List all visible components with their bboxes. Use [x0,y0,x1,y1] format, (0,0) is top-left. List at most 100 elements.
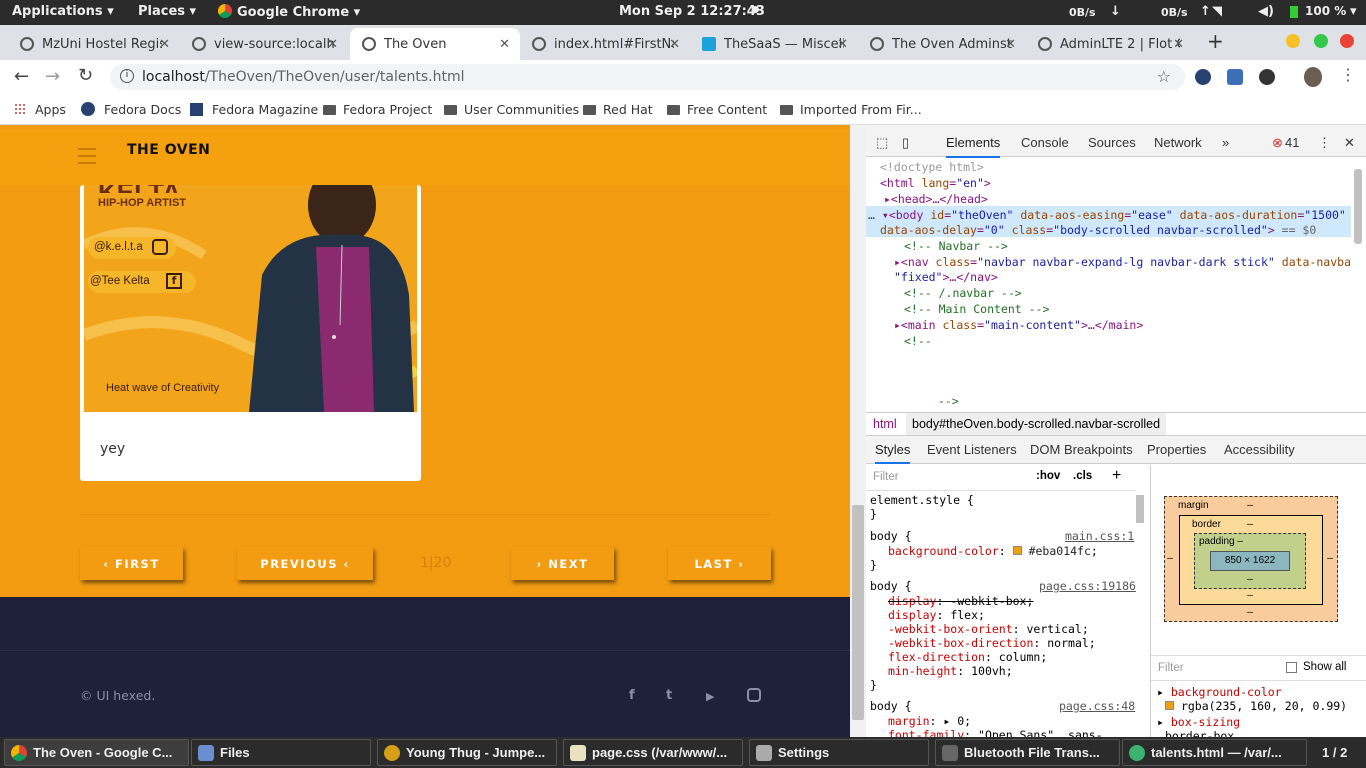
twitter-icon[interactable]: t [666,688,672,703]
taskbar-item-chrome[interactable]: The Oven - Google C... [4,739,189,766]
inspect-element-icon[interactable]: ⬚ [876,135,888,151]
rule-selector-body[interactable]: body { [870,579,912,593]
breadcrumb-html[interactable]: html [873,417,897,431]
close-devtools-icon[interactable]: ✕ [1344,135,1355,151]
app-menu-chrome[interactable]: Google Chrome ▾ [218,4,360,20]
close-tab-icon[interactable]: ✕ [1005,37,1016,52]
bookmark-folder-free-content[interactable]: Free Content [667,102,767,117]
dom-comment[interactable]: <!-- Main Content --> [904,302,1049,316]
style-declaration[interactable]: background-color: #eba014fc; [888,544,1098,558]
system-menu-icon[interactable]: ▾ [1350,4,1357,19]
taskbar-item-music[interactable]: Young Thug - Jumpe... [377,739,557,766]
page-scrollbar-thumb[interactable] [852,505,864,720]
applications-menu[interactable]: Applications ▾ [12,4,114,19]
dom-node[interactable]: ▸<head>…</head> [884,192,988,206]
address-bar[interactable]: i localhost/TheOven/TheOven/user/talents… [110,64,1185,90]
computed-filter-input[interactable]: Filter [1158,662,1184,674]
close-tab-icon[interactable]: ✕ [159,37,170,52]
site-brand[interactable]: THE OVEN [127,142,210,158]
clock[interactable]: Mon Sep 2 12:27:43 [619,4,765,19]
bookmark-fedora-docs[interactable]: Fedora Docs [81,102,181,117]
tab-sources[interactable]: Sources [1088,135,1136,150]
style-declaration[interactable]: min-height: 100vh; [888,664,1013,678]
instagram-icon[interactable] [747,688,761,702]
taskbar-item-files[interactable]: Files [191,739,371,766]
browser-tab[interactable]: AdminLTE 2 | Flot C ✕ [1026,28,1194,60]
bookmark-apps[interactable]: Apps [14,102,66,117]
box-model-margin[interactable]: margin – – – – border – – padding – – 85… [1164,496,1338,622]
chrome-menu-icon[interactable]: ⋮ [1340,65,1356,84]
bookmark-folder-user-communities[interactable]: User Communities [444,102,579,117]
error-icon[interactable]: ⊗ [1272,135,1283,151]
style-declaration[interactable]: flex-direction: column; [888,650,1047,664]
dom-node-selected[interactable]: … ▾<body id="theOven" data-aos-easing="e… [868,208,1346,222]
next-page-button[interactable]: › NEXT [511,547,614,580]
subtab-accessibility[interactable]: Accessibility [1224,442,1295,457]
wifi-icon[interactable]: ◥ [1212,4,1222,19]
info-icon[interactable]: i [120,69,134,83]
rule-selector-body[interactable]: body { [870,529,912,543]
style-rule-element[interactable]: element.style { [870,493,974,507]
show-all-checkbox[interactable] [1286,662,1297,673]
error-count[interactable]: 41 [1285,135,1299,150]
browser-tab[interactable]: index.html#FirstNa ✕ [520,28,690,60]
hamburger-menu-icon[interactable] [78,148,96,169]
elements-dom-tree[interactable]: <!doctype html> <html lang="en"> ▸<head>… [866,158,1351,408]
taskbar-item-text-editor[interactable]: page.css (/var/www/... [563,739,743,766]
style-declaration[interactable]: display: flex; [888,608,985,622]
device-toolbar-icon[interactable]: ▯ [902,135,909,151]
subtab-event-listeners[interactable]: Event Listeners [927,442,1017,457]
tab-network[interactable]: Network [1154,135,1202,150]
add-rule-icon[interactable]: + [1112,467,1121,485]
battery-icon[interactable] [1290,6,1298,18]
close-tab-icon[interactable]: ✕ [669,37,680,52]
box-model-content[interactable]: 850 × 1622 [1210,551,1290,571]
rule-source-link[interactable]: page.css:48 [1059,699,1135,713]
browser-tab-active[interactable]: The Oven ✕ [350,28,520,60]
last-page-button[interactable]: LAST › [668,547,771,580]
browser-tab[interactable]: view-source:localho ✕ [180,28,348,60]
cls-toggle[interactable]: .cls [1073,470,1092,482]
download-extension-icon[interactable] [1259,69,1275,85]
dom-node[interactable]: ▸<main class="main-content">…</main> [894,318,1143,332]
bookmark-fedora-magazine[interactable]: Fedora Magazine [190,102,318,117]
hov-toggle[interactable]: :hov [1036,470,1060,482]
dom-comment[interactable]: <!-- Navbar --> [904,239,1008,253]
page-scrollbar[interactable] [850,125,866,737]
battery-level[interactable]: 100 % [1305,4,1346,18]
computed-property[interactable]: ▸ background-color [1157,685,1282,699]
styles-scrollbar-thumb[interactable] [1136,495,1144,523]
fedora-extension-icon[interactable] [1195,69,1211,85]
reload-icon[interactable]: ↻ [78,65,93,86]
bookmark-folder-imported[interactable]: Imported From Fir... [780,102,922,117]
minimize-window-button[interactable] [1286,34,1300,48]
new-tab-button[interactable]: + [1207,29,1224,53]
close-tab-icon[interactable]: ✕ [499,37,510,52]
rule-selector-body[interactable]: body { [870,699,912,713]
style-declaration[interactable]: -webkit-box-direction: normal; [888,636,1096,650]
youtube-icon[interactable]: ▶ [706,690,714,703]
close-tab-icon[interactable]: ✕ [1173,37,1184,52]
places-menu[interactable]: Places ▾ [138,4,196,19]
taskbar-item-atom[interactable]: talents.html — /var/... [1122,739,1307,766]
close-tab-icon[interactable]: ✕ [837,37,848,52]
dom-node[interactable]: <html lang="en"> [880,176,991,190]
style-declaration[interactable]: margin: ▸ 0; [888,714,971,728]
dom-comment[interactable]: <!-- [904,334,932,348]
style-declaration[interactable]: font-family: "Open Sans", sans- [888,728,1103,737]
box-model-border[interactable]: border – – padding – – 850 × 1622 [1179,515,1323,605]
box-model-padding[interactable]: padding – – 850 × 1622 [1194,533,1306,589]
browser-tab[interactable]: MzUni Hostel Regis ✕ [8,28,180,60]
dom-node[interactable]: <!doctype html> [880,160,984,174]
bookmark-folder-fedora-project[interactable]: Fedora Project [323,102,432,117]
extension-icon[interactable] [1227,69,1243,85]
previous-page-button[interactable]: PREVIOUS ‹ [237,547,373,580]
close-tab-icon[interactable]: ✕ [327,37,338,52]
workspace-indicator[interactable]: 1 / 2 [1322,745,1347,760]
facebook-icon[interactable]: f [629,688,635,703]
first-page-button[interactable]: ‹ FIRST [80,547,183,580]
subtab-styles[interactable]: Styles [875,442,911,464]
rule-source-link[interactable]: page.css:19186 [1039,579,1136,593]
forward-icon[interactable]: → [45,66,60,87]
dom-comment[interactable]: <!-- /.navbar --> [904,286,1022,300]
